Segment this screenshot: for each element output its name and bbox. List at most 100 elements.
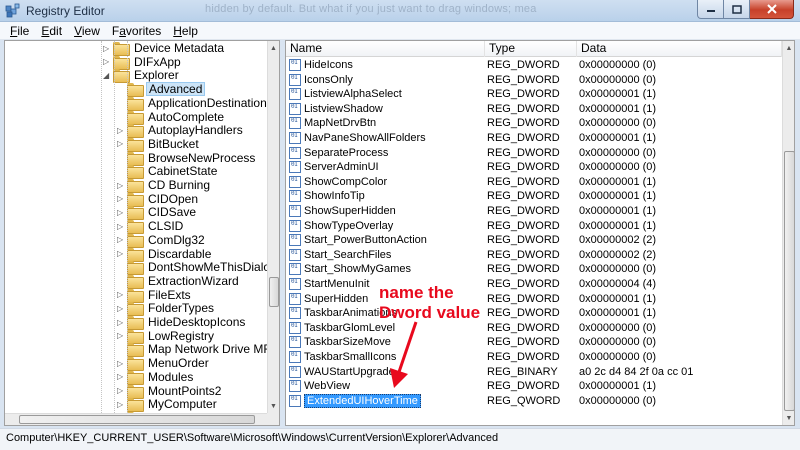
- tree-item-cidopen[interactable]: ▷ CIDOpen: [117, 192, 200, 207]
- value-row-separateprocess[interactable]: 01 10SeparateProcessREG_DWORD0x00000000 …: [286, 146, 782, 160]
- value-row-extendeduihovertime[interactable]: 01 10ExtendedUIHoverTimeREG_QWORD0x00000…: [286, 393, 782, 408]
- value-row-mapnetdrvbtn[interactable]: 01 10MapNetDrvBtnREG_DWORD0x00000000 (0): [286, 116, 782, 130]
- tree-item-lowregistry[interactable]: ▷ LowRegistry: [117, 329, 216, 344]
- value-row-showinfotip[interactable]: 01 10ShowInfoTipREG_DWORD0x00000001 (1): [286, 189, 782, 203]
- tree-item-dontshowmethisdialogagain[interactable]: DontShowMeThisDialogAgain: [127, 260, 279, 276]
- expand-arrow-icon[interactable]: ▷: [117, 372, 123, 381]
- tree-item-label: Map Network Drive MRU: [148, 342, 280, 357]
- key-tree-pane[interactable]: ▷ Device Metadata ▷ DIFxApp ◢ Explorer Advance…: [4, 40, 280, 426]
- tree-item-extractionwizard[interactable]: ExtractionWizard: [127, 274, 241, 289]
- tree-item-map-network-drive-mru[interactable]: Map Network Drive MRU: [127, 342, 280, 358]
- tree-hscroll-thumb[interactable]: [19, 415, 255, 424]
- minimize-button[interactable]: [697, 0, 724, 19]
- value-row-taskbaranimations[interactable]: 01 10TaskbarAnimationsREG_DWORD0x0000000…: [286, 306, 782, 320]
- tree-item-applicationdestinations[interactable]: ApplicationDestinations: [127, 96, 275, 111]
- value-name-cell: 01 10HideIcons: [286, 59, 485, 71]
- value-row-iconsonly[interactable]: 01 10IconsOnlyREG_DWORD0x00000000 (0): [286, 73, 782, 87]
- expand-arrow-icon[interactable]: ▷: [117, 181, 123, 190]
- column-name-header[interactable]: Name: [286, 41, 485, 57]
- tree-item-browsenewprocess[interactable]: BrowseNewProcess: [127, 151, 257, 166]
- tree-horizontal-scrollbar[interactable]: [5, 413, 267, 425]
- list-scroll-thumb[interactable]: [784, 151, 794, 411]
- value-name: MapNetDrvBtn: [304, 117, 377, 130]
- column-type-header[interactable]: Type: [485, 41, 577, 57]
- tree-item-cidsave[interactable]: ▷ CIDSave: [117, 205, 198, 221]
- tree-item-cd-burning[interactable]: ▷ CD Burning: [117, 178, 212, 193]
- tree-item-bitbucket[interactable]: ▷ BitBucket: [117, 137, 201, 152]
- expand-arrow-icon[interactable]: ▷: [117, 126, 123, 135]
- value-row-listviewshadow[interactable]: 01 10ListviewShadowREG_DWORD0x00000001 (…: [286, 102, 782, 116]
- value-row-waustartupgrade[interactable]: 01 10WAUStartUpgradeREG_BINARYa0 2c d4 8…: [286, 365, 782, 379]
- expand-arrow-icon[interactable]: ▷: [117, 318, 123, 327]
- value-row-serveradminui[interactable]: 01 10ServerAdminUIREG_DWORD0x00000000 (0…: [286, 160, 782, 174]
- tree-item-autocomplete[interactable]: AutoComplete: [127, 110, 226, 125]
- title-bar[interactable]: Registry Editor hidden by default. But w…: [0, 0, 800, 22]
- list-scroll-down-arrow-icon[interactable]: ▼: [783, 411, 794, 425]
- value-row-taskbarglomlevel[interactable]: 01 10TaskbarGlomLevelREG_DWORD0x00000000…: [286, 321, 782, 335]
- value-row-listviewalphaselect[interactable]: 01 10ListviewAlphaSelectREG_DWORD0x00000…: [286, 87, 782, 101]
- tree-item-mycomputer[interactable]: ▷ MyComputer: [117, 397, 219, 413]
- tree-item-cabinetstate[interactable]: CabinetState: [127, 164, 219, 180]
- value-row-navpaneshowallfolders[interactable]: 01 10NavPaneShowAllFoldersREG_DWORD0x000…: [286, 131, 782, 145]
- expand-arrow-icon[interactable]: ▷: [117, 386, 123, 395]
- tree-item-modules[interactable]: ▷ Modules: [117, 370, 195, 385]
- value-row-showtypeoverlay[interactable]: 01 10ShowTypeOverlayREG_DWORD0x00000001 …: [286, 219, 782, 233]
- column-data-header[interactable]: Data: [577, 41, 782, 57]
- menu-view[interactable]: View: [68, 22, 106, 40]
- expand-arrow-icon[interactable]: ▷: [103, 57, 109, 66]
- tree-item-comdlg32[interactable]: ▷ ComDlg32: [117, 233, 207, 248]
- list-scroll-up-arrow-icon[interactable]: ▲: [783, 41, 794, 55]
- tree-item-menuorder[interactable]: ▷ MenuOrder: [117, 356, 211, 372]
- tree-item-foldertypes[interactable]: ▷ FolderTypes: [117, 301, 216, 317]
- expand-arrow-icon[interactable]: ▷: [117, 194, 123, 203]
- scroll-down-arrow-icon[interactable]: ▼: [268, 399, 279, 413]
- value-row-start-searchfiles[interactable]: 01 10Start_SearchFilesREG_DWORD0x0000000…: [286, 248, 782, 262]
- tree-item-autoplayhandlers[interactable]: ▷ AutoplayHandlers: [117, 123, 245, 139]
- value-row-start-powerbuttonaction[interactable]: 01 10Start_PowerButtonActionREG_DWORD0x0…: [286, 233, 782, 247]
- list-vertical-scrollbar[interactable]: ▲ ▼: [782, 41, 794, 425]
- value-name: TaskbarSizeMove: [304, 336, 391, 349]
- expand-arrow-icon[interactable]: ▷: [117, 222, 123, 231]
- value-row-superhidden[interactable]: 01 10SuperHidden REG_DWORD 0x00000001 (1): [286, 292, 782, 306]
- tree-item-discardable[interactable]: ▷ Discardable: [117, 247, 213, 262]
- value-row-showcompcolor[interactable]: 01 10ShowCompColorREG_DWORD0x00000001 (1…: [286, 175, 782, 189]
- value-data: 0x00000001 (1): [579, 307, 657, 320]
- tree-item-mountpoints2[interactable]: ▷ MountPoints2: [117, 384, 223, 399]
- tree-item-explorer[interactable]: ◢ Explorer: [103, 68, 181, 84]
- value-name-cell: 01 10Start_SearchFiles: [286, 248, 485, 261]
- scroll-up-arrow-icon[interactable]: ▲: [268, 41, 279, 55]
- value-row-startmenuinit[interactable]: 01 10StartMenuInit REG_DWORD 0x00000004 (4…: [286, 277, 782, 291]
- tree-item-difxapp[interactable]: ▷ DIFxApp: [103, 55, 183, 70]
- value-row-hideicons[interactable]: 01 10HideIconsREG_DWORD0x00000000 (0): [286, 58, 782, 72]
- expand-arrow-icon[interactable]: ▷: [117, 139, 123, 148]
- tree-vertical-scrollbar[interactable]: ▲ ▼: [267, 41, 279, 413]
- value-row-taskbarsmallicons[interactable]: 01 10TaskbarSmallIconsREG_DWORD0x0000000…: [286, 350, 782, 364]
- tree-scroll-thumb[interactable]: [269, 277, 279, 307]
- tree-item-fileexts[interactable]: ▷ FileExts: [117, 288, 193, 303]
- expand-arrow-icon[interactable]: ▷: [117, 331, 123, 340]
- menu-help[interactable]: Help: [167, 22, 204, 40]
- expand-arrow-icon[interactable]: ▷: [117, 359, 123, 368]
- value-row-start-showmygames[interactable]: 01 10Start_ShowMyGamesREG_DWORD0x0000000…: [286, 262, 782, 276]
- value-row-webview[interactable]: 01 10WebView REG_DWORD 0x00000001 (1): [286, 379, 782, 393]
- tree-item-advanced[interactable]: Advanced: [127, 82, 206, 98]
- expand-arrow-icon[interactable]: ▷: [117, 235, 123, 244]
- tree-item-clsid[interactable]: ▷ CLSID: [117, 219, 185, 235]
- expand-arrow-icon[interactable]: ▷: [117, 290, 123, 299]
- menu-edit[interactable]: Edit: [35, 22, 68, 40]
- value-row-taskbarsizemove[interactable]: 01 10TaskbarSizeMove REG_DWORD 0x00000000 …: [286, 335, 782, 349]
- tree-item-hidedesktopicons[interactable]: ▷ HideDesktopIcons: [117, 315, 247, 330]
- expand-arrow-icon[interactable]: ▷: [103, 44, 109, 53]
- expand-arrow-icon[interactable]: ▷: [117, 249, 123, 258]
- close-button[interactable]: [750, 0, 794, 19]
- menu-favorites[interactable]: Favorites: [106, 22, 167, 40]
- value-row-showsuperhidden[interactable]: 01 10ShowSuperHiddenREG_DWORD0x00000001 …: [286, 204, 782, 218]
- menu-file[interactable]: File: [4, 22, 35, 40]
- expand-arrow-icon[interactable]: ▷: [117, 304, 123, 313]
- expand-arrow-icon[interactable]: ▷: [117, 400, 123, 409]
- tree-item-device-metadata[interactable]: ▷ Device Metadata: [103, 41, 226, 56]
- maximize-button[interactable]: [724, 0, 750, 19]
- expand-arrow-icon[interactable]: ▷: [117, 208, 123, 217]
- values-list-pane[interactable]: Name Type Data 01 10HideIconsREG_DWORD0x…: [285, 40, 795, 426]
- collapse-arrow-icon[interactable]: ◢: [103, 71, 109, 80]
